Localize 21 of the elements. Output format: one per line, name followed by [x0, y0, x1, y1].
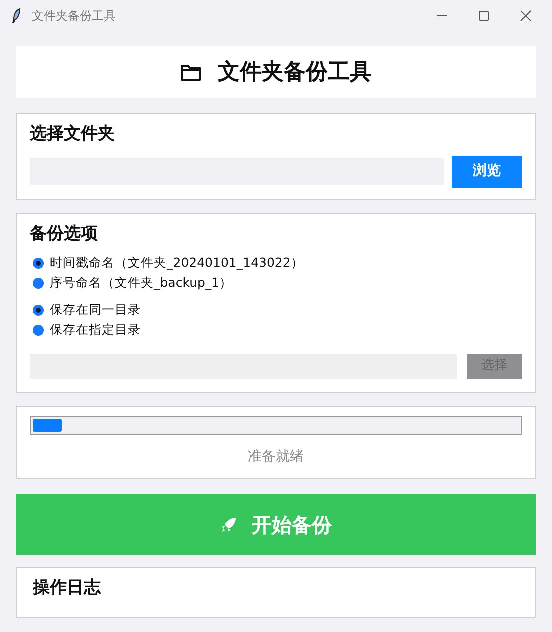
window-title: 文件夹备份工具	[32, 8, 116, 25]
browse-button[interactable]: 浏览	[452, 156, 522, 188]
radio-button[interactable]	[33, 258, 44, 269]
maximize-icon[interactable]	[478, 10, 490, 22]
radio-label: 时间戳命名（文件夹_20240101_143022）	[50, 254, 304, 272]
section-title: 操作日志	[33, 577, 102, 600]
radio-label: 保存在指定目录	[50, 321, 141, 340]
radio-button[interactable]	[33, 305, 44, 316]
start-backup-button[interactable]: 开始备份	[16, 494, 536, 555]
close-icon[interactable]	[520, 10, 532, 22]
rocket-icon	[220, 516, 238, 534]
status-text: 准备就绪	[247, 448, 305, 467]
app-title: 文件夹备份工具	[218, 58, 372, 86]
section-title: 备份选项	[30, 223, 99, 246]
radio-button[interactable]	[33, 325, 44, 336]
feather-icon	[12, 8, 22, 24]
folder-icon	[180, 62, 202, 82]
radio-label: 保存在同一目录	[50, 301, 141, 320]
radio-label: 序号命名（文件夹_backup_1）	[50, 274, 233, 292]
radio-button[interactable]	[33, 278, 44, 289]
section-title: 选择文件夹	[30, 123, 116, 146]
